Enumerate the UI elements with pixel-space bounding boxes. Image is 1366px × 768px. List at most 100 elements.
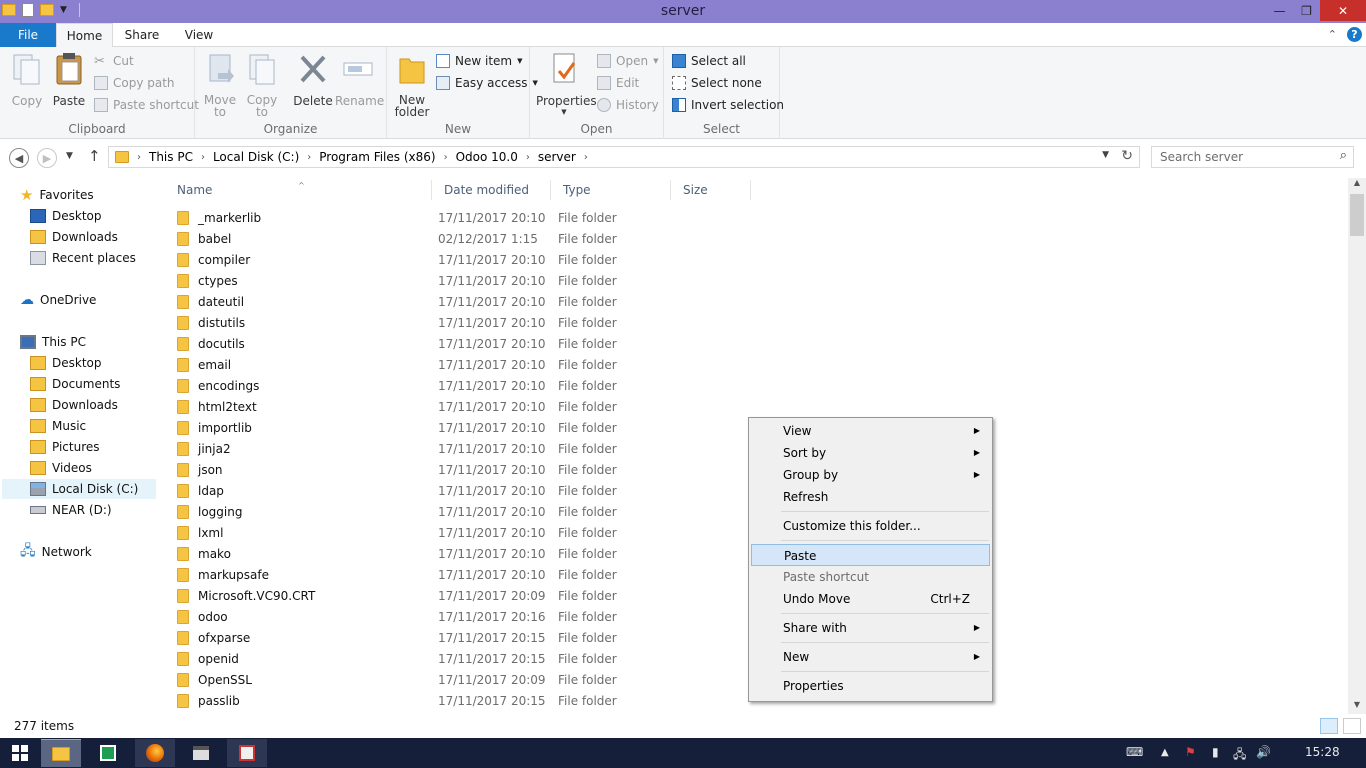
new-folder-button[interactable]: New folder: [393, 51, 431, 118]
volume-icon[interactable]: 🔊: [1256, 745, 1271, 759]
breadcrumb-this-pc[interactable]: This PC: [149, 150, 193, 164]
help-icon[interactable]: ?: [1347, 27, 1362, 42]
edit-button[interactable]: Edit: [597, 73, 639, 93]
sidebar-item-near-drive[interactable]: NEAR (D:): [30, 500, 112, 520]
menu-item-view[interactable]: View ▶: [751, 420, 990, 442]
chevron-right-icon[interactable]: ›: [201, 152, 205, 163]
table-row[interactable]: babel 02/12/2017 1:15 File folder: [177, 228, 777, 249]
menu-item-sort-by[interactable]: Sort by ▶: [751, 442, 990, 464]
sidebar-item-pictures[interactable]: Pictures: [30, 437, 100, 457]
menu-item-paste-shortcut[interactable]: Paste shortcut: [751, 566, 990, 588]
breadcrumb-odoo[interactable]: Odoo 10.0: [456, 150, 518, 164]
chevron-right-icon[interactable]: ›: [444, 152, 448, 163]
sidebar-item-network[interactable]: 🖧 Network: [20, 542, 92, 562]
scrollbar-thumb[interactable]: [1350, 194, 1364, 236]
breadcrumb-server[interactable]: server: [538, 150, 576, 164]
move-to-button[interactable]: Move to: [201, 51, 239, 118]
sidebar-item-favorites[interactable]: ★ Favorites: [20, 185, 94, 205]
table-row[interactable]: ofxparse 17/11/2017 20:15 File folder: [177, 627, 777, 648]
sidebar-item-this-pc[interactable]: This PC: [20, 332, 86, 352]
copy-button[interactable]: Copy: [8, 51, 46, 108]
properties-button[interactable]: Properties ▼: [536, 51, 597, 116]
menu-item-share-with[interactable]: Share with ▶: [751, 617, 990, 639]
large-icons-view-icon[interactable]: [1343, 718, 1361, 734]
search-icon[interactable]: ⌕: [1340, 148, 1347, 163]
table-row[interactable]: openid 17/11/2017 20:15 File folder: [177, 648, 777, 669]
table-row[interactable]: ldap 17/11/2017 20:10 File folder: [177, 480, 777, 501]
clock[interactable]: 15:28: [1305, 745, 1340, 759]
breadcrumb-local-disk[interactable]: Local Disk (C:): [213, 150, 299, 164]
easy-access-button[interactable]: Easy access ▼: [436, 73, 538, 93]
back-button[interactable]: ◀: [9, 148, 29, 168]
menu-item-paste[interactable]: Paste: [751, 544, 990, 566]
delete-button[interactable]: Delete: [293, 51, 333, 108]
forward-button[interactable]: ▶: [37, 148, 57, 168]
table-row[interactable]: json 17/11/2017 20:10 File folder: [177, 459, 777, 480]
cut-button[interactable]: ✂ Cut: [94, 51, 134, 71]
table-row[interactable]: lxml 17/11/2017 20:10 File folder: [177, 522, 777, 543]
up-arrow-icon[interactable]: ↑: [88, 147, 101, 165]
close-button[interactable]: ✕: [1320, 0, 1366, 21]
sidebar-item-music[interactable]: Music: [30, 416, 86, 436]
taskbar-media-player[interactable]: [181, 739, 221, 767]
minimize-button[interactable]: —: [1266, 0, 1293, 21]
table-row[interactable]: encodings 17/11/2017 20:10 File folder: [177, 375, 777, 396]
sidebar-item-pc-desktop[interactable]: Desktop: [30, 353, 102, 373]
table-row[interactable]: distutils 17/11/2017 20:10 File folder: [177, 312, 777, 333]
sidebar-item-local-disk[interactable]: Local Disk (C:): [2, 479, 156, 499]
sidebar-item-fav-downloads[interactable]: Downloads: [30, 227, 118, 247]
table-row[interactable]: email 17/11/2017 20:10 File folder: [177, 354, 777, 375]
table-row[interactable]: _markerlib 17/11/2017 20:10 File folder: [177, 207, 777, 228]
start-button[interactable]: [0, 739, 40, 767]
table-row[interactable]: mako 17/11/2017 20:10 File folder: [177, 543, 777, 564]
column-header-size[interactable]: Size: [671, 180, 751, 200]
taskbar-app[interactable]: [227, 739, 267, 767]
keyboard-icon[interactable]: ⌨: [1126, 745, 1143, 759]
scroll-up-icon[interactable]: ▲: [1348, 178, 1366, 192]
breadcrumb-program-files[interactable]: Program Files (x86): [319, 150, 435, 164]
tab-share[interactable]: Share: [115, 23, 169, 47]
column-header-date[interactable]: Date modified: [432, 180, 551, 200]
battery-icon[interactable]: ▮: [1212, 745, 1219, 759]
sidebar-item-recent-places[interactable]: Recent places: [30, 248, 136, 268]
chevron-up-icon[interactable]: ⌃: [1328, 28, 1337, 41]
table-row[interactable]: markupsafe 17/11/2017 20:10 File folder: [177, 564, 777, 585]
tab-home[interactable]: Home: [56, 23, 113, 48]
sidebar-item-videos[interactable]: Videos: [30, 458, 92, 478]
details-view-icon[interactable]: [1320, 718, 1338, 734]
paste-shortcut-button[interactable]: Paste shortcut: [94, 95, 199, 115]
recent-locations-icon[interactable]: ▼: [66, 151, 73, 161]
menu-item-undo-move[interactable]: Undo Move Ctrl+Z: [751, 588, 990, 610]
invert-selection-button[interactable]: Invert selection: [672, 95, 784, 115]
table-row[interactable]: html2text 17/11/2017 20:10 File folder: [177, 396, 777, 417]
copy-to-button[interactable]: Copy to: [243, 51, 281, 118]
taskbar-store[interactable]: [88, 739, 128, 767]
tab-file[interactable]: File: [0, 23, 56, 47]
chevron-right-icon[interactable]: ›: [526, 152, 530, 163]
sidebar-item-documents[interactable]: Documents: [30, 374, 120, 394]
history-button[interactable]: History: [597, 95, 659, 115]
vertical-scrollbar[interactable]: ▲ ▼: [1348, 178, 1366, 714]
table-row[interactable]: Microsoft.VC90.CRT 17/11/2017 20:09 File f…: [177, 585, 777, 606]
table-row[interactable]: ctypes 17/11/2017 20:10 File folder: [177, 270, 777, 291]
select-all-button[interactable]: Select all: [672, 51, 746, 71]
column-header-type[interactable]: Type: [551, 180, 671, 200]
menu-item-refresh[interactable]: Refresh: [751, 486, 990, 508]
network-icon[interactable]: 🖧: [1233, 745, 1246, 766]
select-none-button[interactable]: Select none: [672, 73, 762, 93]
chevron-down-icon[interactable]: ▼: [1102, 150, 1109, 160]
menu-item-group-by[interactable]: Group by ▶: [751, 464, 990, 486]
open-button[interactable]: Open ▼: [597, 51, 658, 71]
tab-view[interactable]: View: [172, 23, 226, 47]
taskbar-firefox[interactable]: [135, 739, 175, 767]
rename-button[interactable]: Rename: [335, 51, 384, 108]
chevron-right-icon[interactable]: ›: [307, 152, 311, 163]
table-row[interactable]: dateutil 17/11/2017 20:10 File folder: [177, 291, 777, 312]
address-bar[interactable]: › This PC › Local Disk (C:) › Program Fi…: [108, 146, 1140, 168]
table-row[interactable]: docutils 17/11/2017 20:10 File folder: [177, 333, 777, 354]
maximize-button[interactable]: ❐: [1293, 0, 1320, 21]
search-input[interactable]: Search server ⌕: [1151, 146, 1354, 168]
table-row[interactable]: importlib 17/11/2017 20:10 File folder: [177, 417, 777, 438]
paste-button[interactable]: Paste: [50, 51, 88, 108]
table-row[interactable]: odoo 17/11/2017 20:16 File folder: [177, 606, 777, 627]
